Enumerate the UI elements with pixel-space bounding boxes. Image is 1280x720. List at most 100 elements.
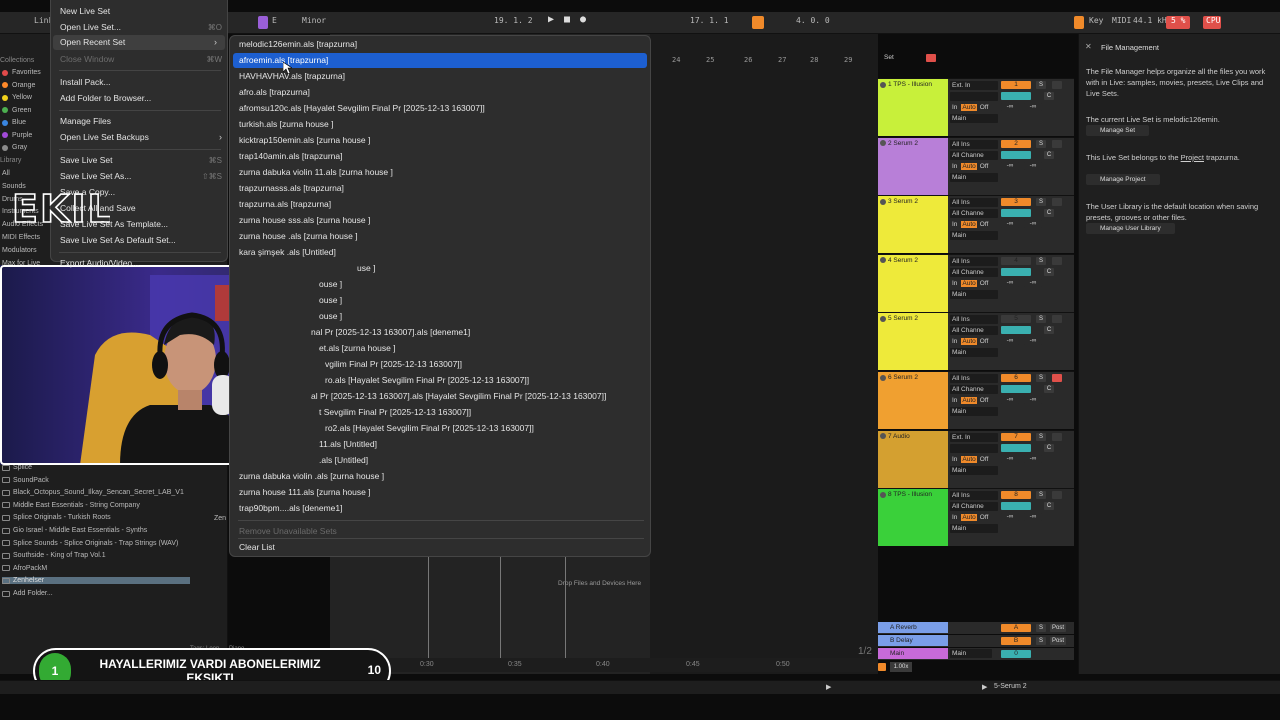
recent-set-item[interactable]: 11.als [Untitled]	[239, 437, 377, 452]
return-track-a[interactable]: A Reverb A S Post	[878, 622, 1074, 634]
output-select[interactable]: Main	[950, 114, 998, 123]
track-name[interactable]: 7 Audio	[880, 433, 910, 440]
input-channel-select[interactable]	[950, 443, 998, 453]
send-field[interactable]: -∞	[1024, 278, 1042, 287]
volume-field[interactable]	[1001, 267, 1031, 276]
monitor-auto[interactable]: Auto	[961, 397, 977, 404]
recent-set-item[interactable]: trap90bpm....als [deneme1]	[239, 501, 342, 516]
input-type-select[interactable]: All Ins	[950, 139, 998, 149]
monitor-in[interactable]: In	[952, 280, 957, 287]
project-link[interactable]: Project	[1181, 153, 1204, 162]
pan-field[interactable]: -∞	[1001, 278, 1019, 287]
loop-start[interactable]: 17. 1. 1	[690, 16, 729, 25]
monitor-in[interactable]: In	[952, 456, 957, 463]
track-activator[interactable]: 6	[1001, 374, 1031, 382]
monitor-in[interactable]: In	[952, 338, 957, 345]
monitor-row[interactable]: In Auto Off	[950, 337, 998, 346]
solo-button[interactable]: S	[1036, 624, 1046, 632]
recent-set-item[interactable]: use ]	[239, 261, 375, 276]
track-clip-slot[interactable]: 4 Serum 2	[878, 254, 948, 312]
collection-blue[interactable]: Blue	[2, 119, 26, 126]
collection-purple[interactable]: Purple	[2, 132, 32, 139]
track-activator[interactable]: 2	[1001, 139, 1031, 148]
monitor-row[interactable]: In Auto Off	[950, 455, 998, 464]
track-activator[interactable]: 7	[1001, 432, 1031, 441]
volume-field[interactable]	[1001, 502, 1031, 511]
place-folder[interactable]: SoundPack	[2, 477, 49, 484]
track-row[interactable]: 8 TPS - Illusion All Ins All Channe In Auto O…	[878, 488, 1074, 547]
recent-set-item[interactable]: vgilim Final Pr [2025-12-13 163007]]	[239, 357, 462, 372]
send-field[interactable]: -∞	[1024, 103, 1042, 111]
crossfade-button[interactable]: C	[1044, 92, 1054, 100]
recent-set-item[interactable]: zurna dabuka violin 11.als [zurna house …	[239, 165, 393, 180]
track-row[interactable]: 6 Serum 2 All Ins All Channe In Auto Off Main 6…	[878, 371, 1074, 429]
file-menu-item[interactable]: New Live Set	[60, 6, 110, 16]
recent-set-item[interactable]: ouse ]	[239, 277, 342, 292]
track-name[interactable]: 8 TPS - Illusion	[880, 491, 932, 498]
track-name[interactable]: 3 Serum 2	[880, 198, 918, 205]
volume-field[interactable]	[1001, 150, 1031, 159]
return-letter[interactable]: A	[1001, 624, 1031, 632]
recent-set-item[interactable]: ro.als [Hayalet Sevgilim Final Pr [2025-…	[239, 373, 529, 388]
output-select[interactable]: Main	[950, 465, 998, 475]
pan-field[interactable]: -∞	[1001, 513, 1019, 522]
pan-field[interactable]: -∞	[1001, 337, 1019, 346]
post-button[interactable]: Post	[1050, 637, 1066, 645]
solo-button[interactable]: S	[1036, 198, 1046, 207]
recent-set-item[interactable]: ouse ]	[239, 309, 342, 324]
track-row[interactable]: 2 Serum 2 All Ins All Channe In Auto Off Main 2…	[878, 136, 1074, 195]
output-select[interactable]: Main	[950, 407, 998, 416]
solo-button[interactable]: S	[1036, 81, 1046, 89]
input-channel-select[interactable]	[950, 92, 998, 101]
loop-length[interactable]: 4. 0. 0	[796, 16, 830, 25]
track-clip-slot[interactable]: 8 TPS - Illusion	[878, 489, 948, 547]
track-activator[interactable]: 5	[1001, 315, 1031, 324]
monitor-off[interactable]: Off	[980, 163, 989, 170]
manage-project-button[interactable]: Manage Project	[1086, 174, 1160, 185]
output-select[interactable]: Main	[950, 289, 998, 299]
monitor-in[interactable]: In	[952, 221, 957, 228]
place-folder[interactable]: Zenhelser	[2, 577, 190, 585]
file-menu-item[interactable]: Save Live Set As... ⇧⌘S	[60, 171, 230, 181]
input-type-select[interactable]: All Ins	[950, 374, 998, 383]
crossfade-button[interactable]: C	[1044, 502, 1054, 511]
monitor-auto[interactable]: Auto	[961, 221, 977, 229]
recent-set-item[interactable]: trapzurnasss.als [trapzurna]	[239, 181, 344, 196]
recent-set-item[interactable]: t Sevgilim Final Pr [2025-12-13 163007]]	[239, 405, 471, 420]
file-menu-item[interactable]: Install Pack...	[60, 77, 111, 87]
track-clip-slot[interactable]: 3 Serum 2	[878, 196, 948, 254]
post-button[interactable]: Post	[1050, 624, 1066, 632]
input-type-select[interactable]: All Ins	[950, 198, 998, 208]
file-menu-item[interactable]: Open Recent Set ›	[53, 35, 225, 50]
file-menu-item[interactable]: Save Live Set As Default Set...	[60, 235, 176, 245]
solo-button[interactable]: S	[1036, 637, 1046, 645]
monitor-in[interactable]: In	[952, 104, 957, 111]
monitor-auto[interactable]: Auto	[961, 514, 977, 522]
output-select[interactable]: Main	[950, 231, 998, 241]
monitor-auto[interactable]: Auto	[961, 162, 977, 170]
output-select[interactable]: Main	[950, 348, 998, 358]
send-field[interactable]: -∞	[1024, 161, 1042, 170]
place-folder[interactable]: Gio Israel - Middle East Essentials - Sy…	[2, 527, 147, 534]
monitor-auto[interactable]: Auto	[961, 279, 977, 287]
manage-set-button[interactable]: Manage Set	[1086, 125, 1150, 136]
recent-set-item[interactable]: kara şimşek .als [Untitled]	[239, 245, 336, 260]
recent-set-item[interactable]: afro.als [trapzurna]	[239, 85, 310, 100]
monitor-auto[interactable]: Auto	[961, 455, 977, 463]
track-row[interactable]: 5 Serum 2 All Ins All Channe In Auto Off Main 5…	[878, 312, 1074, 371]
send-field[interactable]: -∞	[1024, 220, 1042, 229]
place-folder[interactable]: Black_Octopus_Sound_Ilkay_Sencan_Secret_…	[2, 489, 184, 496]
arm-button[interactable]	[1052, 491, 1062, 500]
monitor-row[interactable]: In Auto Off	[950, 279, 998, 288]
loop-toggle[interactable]	[752, 16, 764, 29]
return-track-b[interactable]: B Delay B S Post	[878, 635, 1074, 647]
input-channel-select[interactable]: All Channe	[950, 326, 998, 336]
monitor-auto[interactable]: Auto	[961, 338, 977, 346]
send-field[interactable]: -∞	[1024, 513, 1042, 522]
play-icon[interactable]: ▶	[982, 683, 987, 691]
monitor-in[interactable]: In	[952, 514, 957, 521]
crossfade-button[interactable]: C	[1044, 443, 1054, 452]
main-output[interactable]: Main	[950, 649, 992, 658]
file-menu-item[interactable]: Export Audio/Video...	[60, 258, 139, 268]
song-position[interactable]: 19. 1. 2	[494, 16, 533, 25]
